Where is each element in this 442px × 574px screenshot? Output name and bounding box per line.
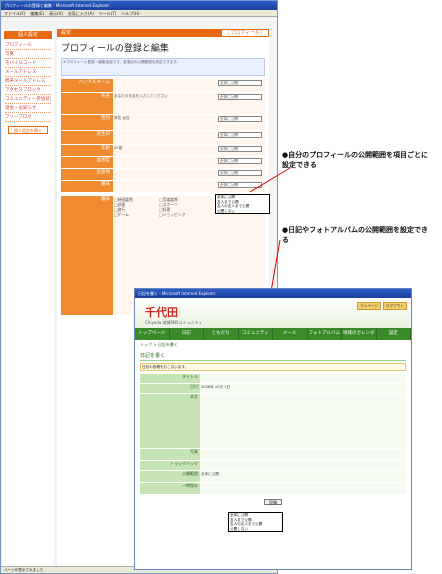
top-buttons: マイページ ログアウト bbox=[357, 302, 407, 310]
site-logo: 千代田 Chiyoda 地域SNSコミュニティ bbox=[145, 306, 203, 325]
diary-label: トラックバック bbox=[140, 461, 200, 470]
diary-value[interactable]: 2006年 10月 1日 bbox=[200, 384, 406, 393]
nav-tab[interactable]: コミュニティ bbox=[239, 328, 273, 340]
dropdown-option[interactable]: 公開しない bbox=[230, 527, 281, 532]
nav-tab[interactable]: 地域のカレンダー bbox=[342, 328, 377, 348]
diary-row: 本文 bbox=[140, 394, 406, 449]
diary-label: 公開範囲 bbox=[140, 471, 200, 482]
nav-tab[interactable]: 日記 bbox=[170, 328, 204, 340]
nav-tab[interactable]: フォトアルバム bbox=[308, 328, 342, 340]
site-header: 千代田 Chiyoda 地域SNSコミュニティ マイページ ログアウト bbox=[135, 298, 411, 328]
top-button[interactable]: マイページ bbox=[357, 302, 382, 310]
diary-label: タイトル bbox=[140, 374, 200, 383]
info-box: 日記の投稿をおこないます。 bbox=[140, 363, 406, 371]
diary-value[interactable] bbox=[200, 461, 406, 470]
submit-button[interactable]: 投稿 bbox=[264, 499, 282, 505]
diary-label: 写真 bbox=[140, 449, 200, 460]
diary-row: 写真 bbox=[140, 449, 406, 461]
diary-value[interactable] bbox=[200, 374, 406, 383]
nav-tab[interactable]: メール bbox=[273, 328, 308, 340]
title-bar-2: 日記を書く - Microsoft Internet Explorer bbox=[135, 289, 411, 298]
diary-row: トラックバック bbox=[140, 461, 406, 471]
diary-row: 公開範囲 全体に公開 bbox=[140, 471, 406, 483]
nav-tab[interactable]: トップページ bbox=[135, 328, 170, 340]
diary-title: 日記を書く bbox=[140, 352, 406, 361]
diary-value[interactable] bbox=[200, 394, 406, 448]
diary-row: 一時保存 bbox=[140, 483, 406, 495]
diary-label: 一時保存 bbox=[140, 483, 200, 494]
diary-privacy-dropdown[interactable]: 全体に公開 友人まで公開 友人の友人まで公開 公開しない bbox=[228, 512, 283, 532]
diary-label: 本文 bbox=[140, 394, 200, 448]
nav-tab[interactable]: ともだち bbox=[204, 328, 239, 340]
diary-value[interactable] bbox=[200, 449, 406, 460]
top-button[interactable]: ログアウト bbox=[383, 302, 407, 310]
diary-value[interactable]: 全体に公開 bbox=[200, 471, 406, 482]
main-nav: トップページ 日記 ともだち コミュニティ メール フォトアルバム 地域のカレンダー 設定 bbox=[135, 328, 411, 348]
diary-value[interactable] bbox=[200, 483, 406, 494]
diary-form: タイトル 日付 2006年 10月 1日 本文 写真 トラックバック 公開範囲 全体に公開 一時… bbox=[140, 374, 406, 495]
diary-label: 日付 bbox=[140, 384, 200, 393]
diary-row: 日付 2006年 10月 1日 bbox=[140, 384, 406, 394]
breadcrumb: トップ > 日記を書く bbox=[140, 342, 178, 347]
nav-tab[interactable]: 設定 bbox=[377, 328, 411, 340]
diary-row: タイトル bbox=[140, 374, 406, 384]
